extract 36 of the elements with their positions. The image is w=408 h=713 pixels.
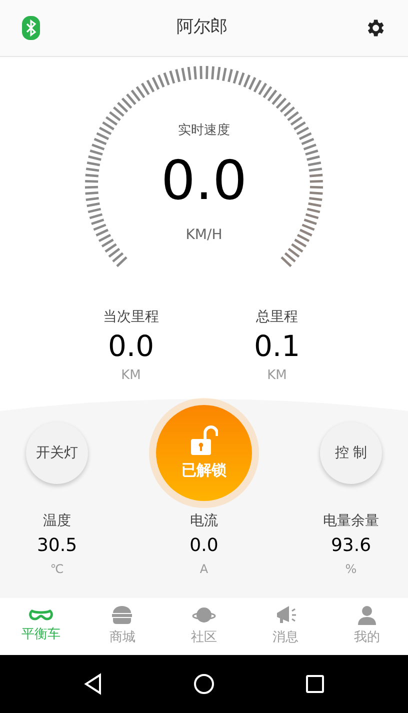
planet-icon bbox=[192, 605, 216, 626]
stat-label: 电量余量 bbox=[323, 512, 379, 531]
unlocked-padlock-icon bbox=[190, 424, 218, 455]
person-icon bbox=[357, 605, 378, 626]
home-icon[interactable] bbox=[193, 673, 215, 695]
tab-item[interactable]: 消息 bbox=[244, 598, 326, 655]
trip-unit: KM bbox=[267, 367, 287, 385]
light-button[interactable]: 开关灯 bbox=[26, 422, 88, 484]
tab-item[interactable]: 我的 bbox=[326, 598, 408, 655]
trip-label: 总里程 bbox=[256, 308, 298, 327]
trip-value: 0.0 bbox=[108, 328, 154, 364]
trip-value: 0.1 bbox=[254, 328, 300, 364]
stat-label: 温度 bbox=[43, 512, 71, 531]
stat-unit: % bbox=[345, 561, 357, 578]
tab-item[interactable]: 社区 bbox=[163, 598, 245, 655]
back-icon[interactable] bbox=[83, 673, 103, 695]
control-button[interactable]: 控 制 bbox=[320, 422, 382, 484]
app-title: 阿尔郎 bbox=[176, 16, 228, 40]
tab-item[interactable]: 商城 bbox=[82, 598, 164, 655]
stat-value: 0.0 bbox=[190, 534, 218, 558]
stat-unit: A bbox=[200, 561, 208, 578]
stat-value: 30.5 bbox=[36, 534, 78, 558]
recents-icon[interactable] bbox=[305, 674, 325, 694]
stat-label: 电流 bbox=[190, 512, 218, 531]
lock-status-label: 已解锁 bbox=[182, 460, 226, 481]
megaphone-icon bbox=[274, 605, 297, 626]
gauge-label: 实时速度 bbox=[178, 122, 230, 140]
speed-value: 0.0 bbox=[161, 148, 247, 212]
speed-unit: KM/H bbox=[186, 226, 222, 244]
trip-unit: KM bbox=[121, 367, 141, 385]
lock-button[interactable]: 已解锁 bbox=[156, 405, 252, 501]
tab-item[interactable]: 平衡车 bbox=[0, 598, 82, 655]
stat-unit: ℃ bbox=[50, 561, 64, 578]
trip-label: 当次里程 bbox=[103, 308, 159, 327]
bluetooth-icon[interactable] bbox=[22, 16, 40, 40]
stat-value: 93.6 bbox=[330, 534, 372, 558]
